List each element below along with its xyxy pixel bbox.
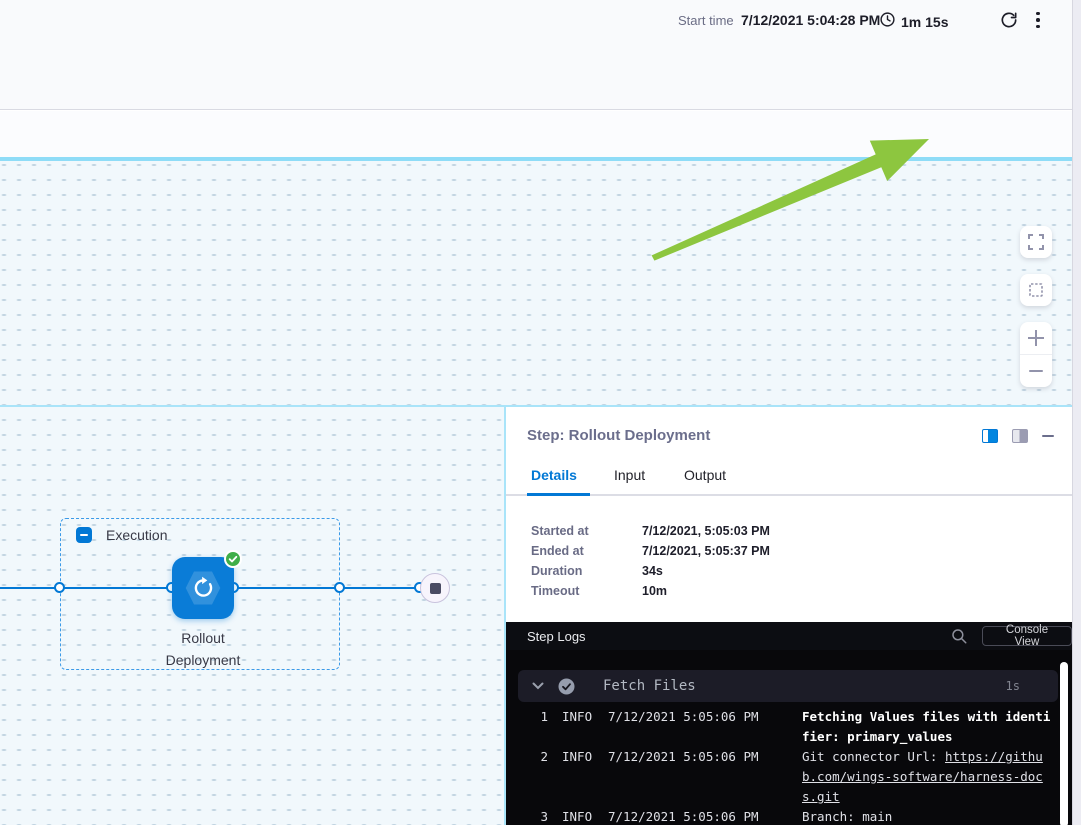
more-options-button[interactable] (1026, 8, 1050, 32)
tab-input[interactable]: Input (614, 467, 645, 483)
zoom-buttons (1020, 322, 1052, 387)
start-time-label: Start time (678, 13, 734, 28)
right-edge-gutter (1072, 0, 1081, 825)
log-level: INFO (562, 807, 594, 825)
minus-icon (1042, 435, 1054, 437)
tab-details[interactable]: Details (531, 467, 577, 483)
step-logs-title: Step Logs (527, 629, 586, 644)
detail-row: Started at 7/12/2021, 5:05:03 PM (531, 521, 770, 541)
log-line: 3 INFO 7/12/2021 5:05:06 PM Branch: main (536, 807, 1052, 825)
refresh-button[interactable] (997, 8, 1021, 32)
detail-label: Started at (531, 524, 642, 538)
check-icon (228, 554, 238, 564)
edge-connector (54, 582, 65, 593)
fullscreen-button[interactable] (1020, 226, 1052, 258)
fit-to-screen-icon (1020, 274, 1052, 306)
dock-bottom-layout-icon[interactable] (1012, 429, 1028, 443)
collapse-group-button[interactable] (76, 527, 92, 543)
tabs-divider (506, 494, 1072, 496)
panel-title: Step: Rollout Deployment (527, 427, 710, 444)
execution-header-bar: Start time 7/12/2021 5:04:28 PM 1m 15s (0, 0, 1072, 110)
plus-icon (1028, 330, 1044, 346)
detail-value: 10m (642, 584, 667, 598)
detail-row: Duration 34s (531, 561, 770, 581)
execution-group-label: Execution (106, 527, 167, 543)
log-section-name: Fetch Files (603, 678, 696, 694)
step-success-badge (224, 550, 242, 568)
detail-value: 7/12/2021, 5:05:03 PM (642, 524, 770, 538)
logs-scrollbar[interactable] (1060, 662, 1068, 825)
log-timestamp: 7/12/2021 5:05:06 PM (608, 807, 760, 825)
stop-icon (430, 583, 441, 594)
log-message: Fetching Values files with identifier: p… (802, 707, 1052, 747)
log-line: 1 INFO 7/12/2021 5:05:06 PM Fetching Val… (536, 707, 1052, 747)
step-node-label: Rollout Deployment (123, 627, 283, 671)
step-logs-header: Step Logs Console View (506, 622, 1072, 650)
log-message: Branch: main (802, 807, 1052, 825)
search-icon[interactable] (950, 627, 968, 645)
log-line-number: 3 (536, 807, 548, 825)
active-tab-underline (527, 493, 590, 496)
edge-connector (334, 582, 345, 593)
clock-icon (879, 11, 896, 33)
pipeline-execution-page: Start time 7/12/2021 5:04:28 PM 1m 15s C… (0, 0, 1081, 825)
elapsed-text: 1m 15s (901, 14, 948, 30)
log-line: 2 INFO 7/12/2021 5:05:06 PM Git connecto… (536, 747, 1052, 807)
elapsed-duration: 1m 15s (879, 11, 948, 33)
zoom-in-button[interactable] (1020, 322, 1052, 354)
log-message: Git connector Url: https://github.com/wi… (802, 747, 1052, 807)
step-details-list: Started at 7/12/2021, 5:05:03 PM Ended a… (531, 521, 770, 601)
log-section-duration: 1s (1006, 679, 1020, 693)
log-level: INFO (562, 707, 594, 747)
detail-row: Ended at 7/12/2021, 5:05:37 PM (531, 541, 770, 561)
panel-tabs: Details Input Output (506, 467, 1072, 497)
dock-right-layout-icon[interactable] (982, 429, 998, 443)
view-toolbar: Console View (0, 111, 1072, 157)
detail-value: 34s (642, 564, 663, 578)
section-success-icon (558, 678, 575, 695)
log-line-number: 1 (536, 707, 548, 747)
step-logs-body: Fetch Files 1s 1 INFO 7/12/2021 5:05:06 … (506, 650, 1072, 825)
logs-console-view-button[interactable]: Console View (982, 626, 1072, 646)
minus-icon (1029, 370, 1043, 372)
step-details-panel: Step: Rollout Deployment Details Input O… (504, 405, 1072, 825)
start-time-value: 7/12/2021 5:04:28 PM (741, 12, 880, 28)
tab-output[interactable]: Output (684, 467, 726, 483)
detail-row: Timeout 10m (531, 581, 770, 601)
log-level: INFO (562, 747, 594, 807)
pipeline-end-node[interactable] (420, 573, 450, 603)
detail-value: 7/12/2021, 5:05:37 PM (642, 544, 770, 558)
log-timestamp: 7/12/2021 5:05:06 PM (608, 707, 760, 747)
rollout-refresh-icon (190, 575, 216, 601)
minimize-panel-button[interactable] (1040, 429, 1056, 443)
log-line-number: 2 (536, 747, 548, 807)
log-entries: 1 INFO 7/12/2021 5:05:06 PM Fetching Val… (536, 707, 1052, 825)
fit-to-screen-button[interactable] (1020, 274, 1052, 306)
detail-label: Timeout (531, 584, 642, 598)
zoom-out-button[interactable] (1020, 355, 1052, 387)
log-timestamp: 7/12/2021 5:05:06 PM (608, 747, 760, 807)
detail-label: Ended at (531, 544, 642, 558)
rollout-deployment-step-node[interactable] (172, 557, 234, 619)
log-section-fetch-files[interactable]: Fetch Files 1s (518, 670, 1058, 702)
detail-label: Duration (531, 564, 642, 578)
fullscreen-icon (1020, 226, 1052, 258)
kebab-icon (1036, 12, 1040, 29)
chevron-down-icon (532, 682, 544, 690)
